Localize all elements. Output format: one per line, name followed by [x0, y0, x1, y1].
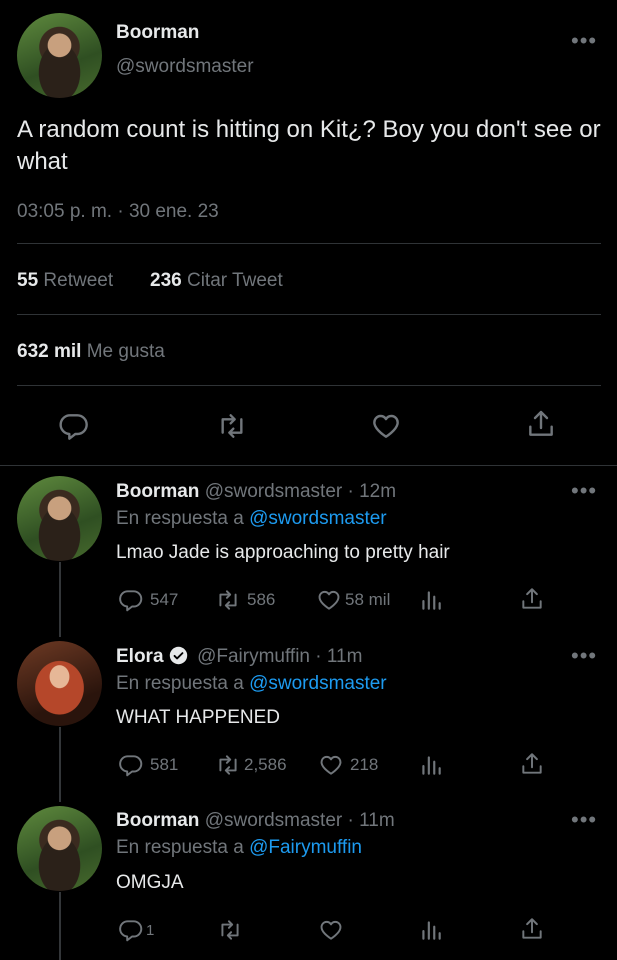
reply-to-link[interactable]: @swordsmaster — [249, 673, 387, 694]
share-icon[interactable] — [519, 751, 545, 777]
reply-handle-time[interactable]: @swordsmaster · 11m — [205, 810, 395, 831]
retweet-icon — [215, 752, 241, 778]
like-button[interactable]: 58 mil — [316, 587, 390, 613]
quotes-count: 236 — [150, 270, 182, 291]
reply-text: Lmao Jade is approaching to pretty hair — [116, 542, 450, 563]
reply-header: Boorman @swordsmaster · 11m — [116, 810, 395, 832]
like-icon[interactable] — [370, 410, 402, 442]
reply-author-name[interactable]: Boorman — [116, 481, 199, 502]
reply-icon[interactable] — [58, 410, 90, 442]
retweets-stat[interactable]: 55 Retweet — [17, 270, 113, 292]
share-icon[interactable] — [519, 916, 545, 942]
reply-prefix: En respuesta a — [116, 673, 244, 694]
reply-prefix: En respuesta a — [116, 508, 244, 529]
reply-button[interactable]: 547 — [118, 587, 178, 613]
reply-button[interactable]: 581 — [118, 752, 178, 778]
like-button[interactable]: 218 — [318, 752, 378, 778]
reply-avatar[interactable] — [17, 806, 102, 891]
reply-author-name[interactable]: Boorman — [116, 810, 199, 831]
retweet-button[interactable]: 586 — [215, 587, 275, 613]
reply-count: 1 — [146, 921, 155, 939]
divider — [17, 243, 601, 244]
reply-handle-time[interactable]: @swordsmaster · 12m — [205, 481, 396, 502]
reply-header: Boorman @swordsmaster · 12m — [116, 481, 396, 503]
reply-context: En respuesta a @swordsmaster — [116, 673, 387, 695]
like-icon — [318, 752, 344, 778]
thread-line — [59, 562, 61, 637]
share-icon[interactable] — [519, 586, 545, 612]
views-icon[interactable] — [418, 917, 444, 943]
reply-text: WHAT HAPPENED — [116, 707, 280, 728]
like-count: 58 mil — [345, 590, 391, 609]
retweets-label: Retweet — [43, 270, 114, 291]
more-icon[interactable]: ••• — [571, 645, 597, 667]
like-count: 218 — [350, 755, 379, 774]
reply-context: En respuesta a @swordsmaster — [116, 508, 387, 530]
reply-header: Elora @Fairymuffin · 11m — [116, 646, 362, 668]
retweet-icon[interactable] — [216, 410, 248, 442]
divider — [17, 385, 601, 386]
more-icon[interactable]: ••• — [571, 480, 597, 502]
retweet-icon — [215, 587, 241, 613]
more-icon[interactable]: ••• — [571, 30, 597, 52]
reply-icon — [118, 587, 144, 613]
thread-line — [59, 727, 61, 802]
views-icon[interactable] — [418, 752, 444, 778]
reply-icon — [118, 752, 144, 778]
quotes-stat[interactable]: 236 Citar Tweet — [150, 270, 283, 292]
author-name[interactable]: Boorman — [116, 22, 199, 44]
share-icon[interactable] — [525, 408, 557, 440]
reply-text: OMGJA — [116, 872, 184, 893]
verified-icon — [169, 646, 188, 665]
reply-handle-time[interactable]: @Fairymuffin · 11m — [197, 646, 362, 667]
divider — [0, 465, 617, 466]
reply-to-link[interactable]: @Fairymuffin — [249, 837, 362, 858]
retweet-icon[interactable] — [217, 917, 243, 943]
retweets-count: 55 — [17, 270, 39, 291]
reply-context: En respuesta a @Fairymuffin — [116, 837, 362, 859]
tweet-timestamp[interactable]: 03:05 p. m. · 30 ene. 23 — [17, 201, 219, 223]
like-icon — [316, 587, 342, 613]
author-handle[interactable]: @swordsmaster — [116, 56, 254, 78]
reply-button[interactable]: 1 — [118, 917, 154, 943]
likes-count: 632 mil — [17, 341, 82, 362]
divider — [17, 314, 601, 315]
retweet-count: 2,586 — [244, 755, 287, 774]
reply-count: 547 — [150, 590, 179, 609]
more-icon[interactable]: ••• — [571, 809, 597, 831]
reply-icon — [118, 917, 144, 943]
author-avatar[interactable] — [17, 13, 102, 98]
reply-author-name[interactable]: Elora — [116, 646, 164, 667]
quotes-label: Citar Tweet — [186, 270, 283, 291]
reply-prefix: En respuesta a — [116, 837, 244, 858]
tweet-text: A random count is hitting on Kit¿? Boy y… — [17, 116, 601, 175]
likes-label: Me gusta — [86, 341, 165, 362]
reply-avatar[interactable] — [17, 476, 102, 561]
like-icon[interactable] — [318, 917, 344, 943]
reply-to-link[interactable]: @swordsmaster — [249, 508, 387, 529]
reply-count: 581 — [150, 755, 179, 774]
likes-stat[interactable]: 632 mil Me gusta — [17, 341, 165, 363]
reply-avatar[interactable] — [17, 641, 102, 726]
views-icon[interactable] — [418, 587, 444, 613]
retweet-count: 586 — [247, 590, 276, 609]
retweet-button[interactable]: 2,586 — [215, 752, 287, 778]
thread-line — [59, 892, 61, 960]
